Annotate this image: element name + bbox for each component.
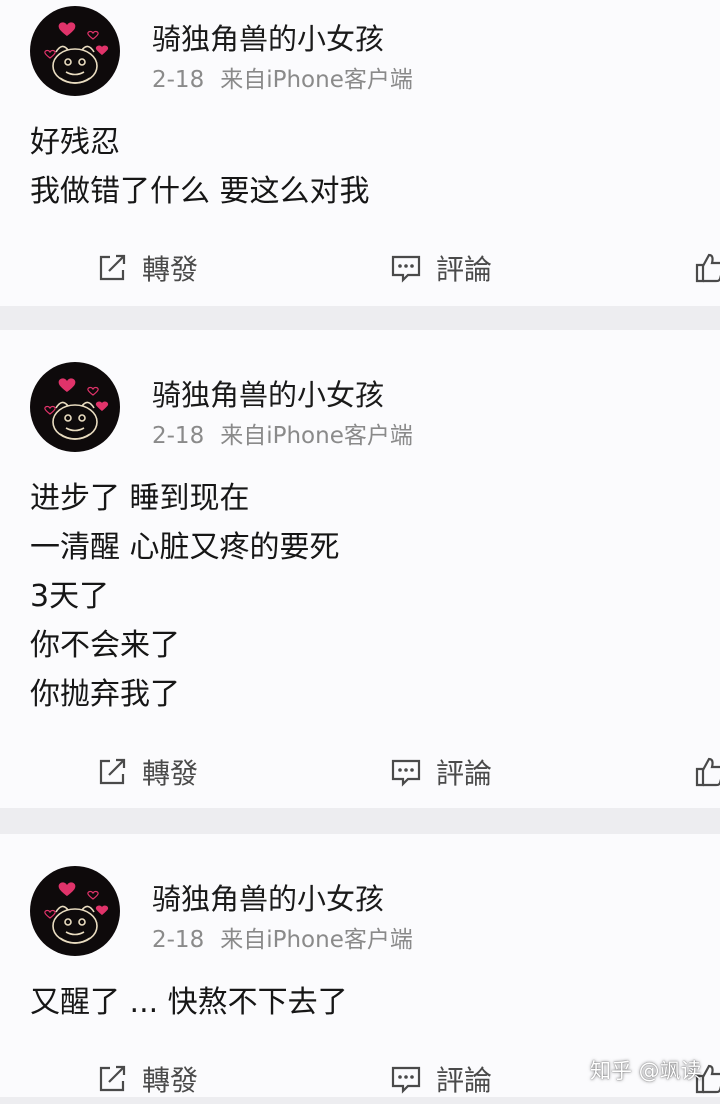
content-line: 3天了 [30, 579, 110, 614]
post-content: 又醒了 ... 快熬不下去了 [30, 978, 348, 1027]
watermark: 知乎 @飒读 [590, 1059, 702, 1083]
repost-label: 轉發 [142, 253, 199, 286]
like-button[interactable] [694, 243, 720, 293]
post-actions: 轉發 評論 [0, 243, 720, 293]
post-source: 来自iPhone客户端 [220, 423, 413, 449]
avatar[interactable] [30, 6, 120, 96]
like-button[interactable] [694, 747, 720, 797]
thumbs-up-icon [695, 757, 720, 787]
post-meta: 2-18 来自iPhone客户端 [152, 920, 413, 954]
user-name[interactable]: 骑独角兽的小女孩 [152, 876, 384, 918]
comment-icon [391, 1066, 421, 1094]
post-meta: 2-18 来自iPhone客户端 [152, 60, 413, 94]
user-name[interactable]: 骑独角兽的小女孩 [152, 16, 384, 58]
post-source: 来自iPhone客户端 [220, 927, 413, 953]
post-time: 2-18 [152, 67, 205, 93]
comment-button[interactable]: 評論 [390, 747, 492, 797]
content-line: 一清醒 心脏又疼的要死 [30, 530, 340, 565]
content-line: 又醒了 ... 快熬不下去了 [30, 985, 348, 1020]
post-content: 好残忍 我做错了什么 要这么对我 [30, 118, 370, 216]
content-line: 好残忍 [30, 125, 120, 160]
repost-button[interactable]: 轉發 [96, 243, 198, 293]
repost-label: 轉發 [142, 757, 199, 790]
repost-label: 轉發 [142, 1064, 199, 1097]
repost-icon [99, 254, 126, 281]
thumbs-up-icon [695, 253, 720, 283]
avatar[interactable] [30, 362, 120, 452]
post-content: 进步了 睡到现在 一清醒 心脏又疼的要死 3天了 你不会来了 你抛弃我了 [30, 474, 340, 719]
post-meta: 2-18 来自iPhone客户端 [152, 416, 413, 450]
repost-button[interactable]: 轉發 [96, 747, 198, 797]
weibo-post: 骑独角兽的小女孩 2-18 来自iPhone客户端 进步了 睡到现在 一清醒 心脏… [0, 330, 720, 808]
weibo-post: 骑独角兽的小女孩 2-18 来自iPhone客户端 好残忍 我做错了什么 要这么对… [0, 0, 720, 306]
avatar[interactable] [30, 866, 120, 956]
content-line: 进步了 睡到现在 [30, 481, 250, 516]
repost-icon [99, 758, 126, 785]
comment-icon [391, 759, 421, 787]
post-actions: 轉發 評論 [0, 747, 720, 797]
comment-button[interactable]: 評論 [390, 243, 492, 293]
comment-label: 評論 [436, 1064, 493, 1097]
content-line: 你抛弃我了 [30, 677, 180, 712]
post-source: 来自iPhone客户端 [220, 67, 413, 93]
comment-label: 評論 [436, 253, 493, 286]
comment-icon [391, 255, 421, 283]
repost-icon [99, 1065, 126, 1092]
content-line: 你不会来了 [30, 628, 180, 663]
comment-label: 評論 [436, 757, 493, 790]
user-name[interactable]: 骑独角兽的小女孩 [152, 372, 384, 414]
content-line: 我做错了什么 要这么对我 [30, 174, 370, 209]
post-time: 2-18 [152, 927, 205, 953]
post-time: 2-18 [152, 423, 205, 449]
